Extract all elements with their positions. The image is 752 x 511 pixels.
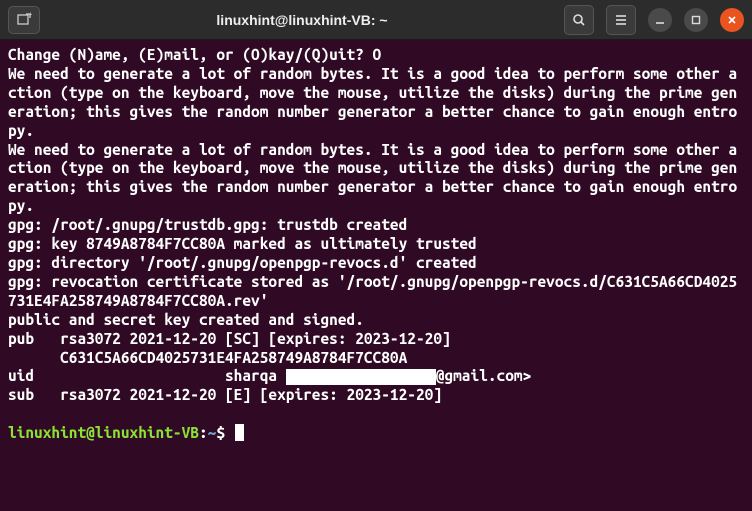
terminal-line: gpg: directory '/root/.gnupg/openpgp-rev… — [8, 254, 744, 273]
uid-suffix: @gmail.com> — [436, 367, 531, 384]
terminal-line: public and secret key created and signed… — [8, 311, 744, 330]
terminal-blank-line — [8, 405, 744, 424]
terminal-line: gpg: /root/.gnupg/trustdb.gpg: trustdb c… — [8, 216, 744, 235]
hamburger-icon — [613, 12, 629, 28]
terminal-line: gpg: revocation certificate stored as '/… — [8, 273, 744, 311]
prompt-user: linuxhint@linuxhint-VB — [8, 424, 199, 441]
terminal-line: pub rsa3072 2021-12-20 [SC] [expires: 20… — [8, 330, 744, 349]
search-button[interactable] — [564, 5, 594, 35]
terminal-prompt: linuxhint@linuxhint-VB:~$ — [8, 424, 744, 443]
new-tab-button[interactable]: + — [8, 6, 40, 34]
search-icon — [571, 12, 587, 28]
prompt-dollar: $ — [216, 424, 225, 441]
titlebar-controls — [564, 5, 744, 35]
window-title: linuxhint@linuxhint-VB: ~ — [40, 12, 564, 28]
menu-button[interactable] — [606, 5, 636, 35]
prompt-colon: : — [199, 424, 208, 441]
terminal-line: Change (N)ame, (E)mail, or (O)kay/(Q)uit… — [8, 46, 744, 65]
titlebar: + linuxhint@linuxhint-VB: ~ — [0, 0, 752, 40]
terminal-line: sub rsa3072 2021-12-20 [E] [expires: 202… — [8, 386, 744, 405]
uid-prefix: uid sharqa — [8, 367, 286, 384]
close-button[interactable] — [720, 8, 744, 32]
terminal-line: gpg: key 8749A8784F7CC80A marked as ulti… — [8, 235, 744, 254]
terminal-line: We need to generate a lot of random byte… — [8, 141, 744, 217]
close-icon — [726, 14, 738, 26]
terminal-uid-line: uid sharqa @gmail.com> — [8, 367, 744, 386]
new-tab-icon: + — [16, 12, 32, 28]
maximize-icon — [690, 14, 702, 26]
redacted-block — [286, 369, 436, 385]
terminal-line: We need to generate a lot of random byte… — [8, 65, 744, 141]
terminal-area[interactable]: Change (N)ame, (E)mail, or (O)kay/(Q)uit… — [0, 40, 752, 511]
terminal-line: C631C5A66CD4025731E4FA258749A8784F7CC80A — [8, 349, 744, 368]
minimize-button[interactable] — [648, 8, 672, 32]
svg-text:+: + — [28, 12, 32, 19]
cursor — [235, 424, 244, 441]
minimize-icon — [654, 14, 666, 26]
maximize-button[interactable] — [684, 8, 708, 32]
